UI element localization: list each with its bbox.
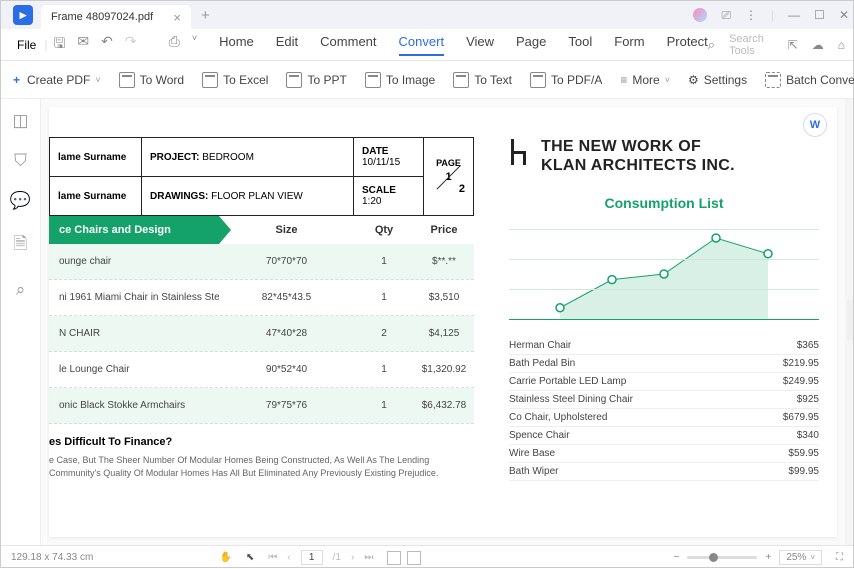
menu-tab-protect[interactable]: Protect [667,34,708,56]
menu-tab-comment[interactable]: Comment [320,34,376,56]
table-row: ni 1961 Miami Chair in Stainless Steel82… [49,280,474,316]
thumbnails-icon[interactable]: ◫ [12,111,28,131]
table-row: lame Surname PROJECT: BEDROOM DATE 10/11… [50,138,474,177]
file-menu[interactable]: File [17,38,36,52]
tab-close-icon[interactable]: × [173,10,181,25]
ai-icon[interactable] [693,8,707,22]
zoom-out-icon[interactable]: − [674,552,680,563]
table-row: onic Black Stokke Armchairs79*75*761$6,4… [49,388,474,424]
pdf-page: lame Surname PROJECT: BEDROOM DATE 10/11… [49,107,837,537]
list-item: Wire Base$59.95 [509,445,819,463]
list-item: Co Chair, Upholstered$679.95 [509,409,819,427]
menu-tab-page[interactable]: Page [516,34,546,56]
search-icon[interactable]: ⌕ [708,37,715,53]
to-excel-button[interactable]: To Excel [202,72,268,88]
menubar: File | 🖫 ✉ ↶ ↷ ⎙ ˅ HomeEditCommentConver… [1,29,853,61]
search-tools-input[interactable]: Search Tools [729,33,774,57]
search-panel-icon[interactable]: ⌕ [16,280,26,300]
app-logo: ▸ [13,5,33,25]
prev-page-icon[interactable]: ‹ [287,552,290,563]
finance-heading: es Difficult To Finance? [49,436,474,448]
notification-icon[interactable]: ⎚ [721,8,731,23]
zoom-in-icon[interactable]: + [765,552,771,563]
menu-tab-home[interactable]: Home [219,34,254,56]
chair-icon [509,139,529,165]
zoom-slider[interactable] [687,556,757,559]
list-item: Stainless Steel Dining Chair$925 [509,391,819,409]
page-dimensions: 129.18 x 74.33 cm [11,552,93,563]
brand-header: THE NEW WORK OF KLAN ARCHITECTS INC. [509,137,819,175]
cloud-icon[interactable]: ☁ [812,38,824,52]
print-icon[interactable]: ⎙ [169,33,180,57]
table-row: N CHAIR47*40*282$4,125 [49,316,474,352]
comments-icon[interactable]: 💬 [10,191,31,211]
consumption-chart [509,229,819,319]
zoom-select[interactable]: 25%˅ [779,550,822,565]
next-page-icon[interactable]: › [351,552,354,563]
share-icon[interactable]: ⇱ [788,38,798,52]
undo-icon[interactable]: ↶ [101,33,113,57]
document-canvas[interactable]: W lame Surname PROJECT: BEDROOM DATE 10/… [41,99,845,545]
redo-icon[interactable]: ↷ [125,33,137,57]
to-image-button[interactable]: To Image [365,72,435,88]
window-close-icon[interactable]: ✕ [839,8,849,22]
kebab-menu-icon[interactable]: ⋮ [745,8,757,22]
statusbar: 129.18 x 74.33 cm ✋ ⬉ ⏮ ‹ 1 /1 › ⏭ − + 2… [1,545,853,569]
finance-paragraph: e Case, But The Sheer Number Of Modular … [49,454,474,479]
first-page-icon[interactable]: ⏮ [268,552,277,563]
list-item: Herman Chair$365 [509,337,819,355]
page-total: /1 [333,552,341,563]
select-tool-icon[interactable]: ⬉ [246,552,254,563]
more-button[interactable]: ≡More˅ [620,73,670,87]
table-row: lame Surname DRAWINGS: FLOOR PLAN VIEW S… [50,177,474,216]
window-minimize-icon[interactable]: — [788,8,800,22]
menu-tab-edit[interactable]: Edit [276,34,298,56]
bookmark-icon[interactable]: ⛉ [14,151,27,171]
collapse-ribbon-icon[interactable]: ⌂ [838,38,845,52]
page-number-input[interactable]: 1 [301,550,323,565]
mail-icon[interactable]: ✉ [77,33,89,57]
list-item: Carrie Portable LED Lamp$249.95 [509,373,819,391]
hand-tool-icon[interactable]: ✋ [219,552,231,563]
settings-button[interactable]: ⚙Settings [688,73,747,87]
menu-tab-tool[interactable]: Tool [568,34,592,56]
fullscreen-icon[interactable]: ⛶ [836,552,843,563]
fit-width-icon[interactable] [387,551,401,565]
to-pdfa-button[interactable]: To PDF/A [530,72,602,88]
to-ppt-button[interactable]: To PPT [286,72,346,88]
new-tab-button[interactable]: + [201,7,210,24]
table-row: ounge chair70*70*701$**.** [49,244,474,280]
list-item: Bath Wiper$99.95 [509,463,819,481]
consumption-list: Herman Chair$365Bath Pedal Bin$219.95Car… [509,337,819,481]
project-info-table: lame Surname PROJECT: BEDROOM DATE 10/11… [49,137,474,216]
last-page-icon[interactable]: ⏭ [364,552,373,563]
window-maximize-icon[interactable]: ☐ [814,8,825,22]
items-table-header: ce Chairs and Design Size Qty Price [49,216,474,244]
document-tab[interactable]: Frame 48097024.pdf × [41,5,191,29]
convert-toolbar: +Create PDF˅ To Word To Excel To PPT To … [1,61,853,99]
menu-tab-view[interactable]: View [466,34,494,56]
menu-tab-form[interactable]: Form [614,34,644,56]
list-item: Bath Pedal Bin$219.95 [509,355,819,373]
print-dropdown-icon[interactable]: ˅ [192,33,197,57]
attachments-icon[interactable]: 🗎 [14,231,28,260]
fit-page-icon[interactable] [407,551,421,565]
consumption-list-title: Consumption List [509,195,819,211]
batch-convert-button[interactable]: Batch Conve [765,72,854,88]
table-row: le Lounge Chair90*52*401$1,320.92 [49,352,474,388]
word-export-badge[interactable]: W [803,113,827,137]
titlebar: ▸ Frame 48097024.pdf × + ⎚ ⋮ | — ☐ ✕ [1,1,853,29]
to-word-button[interactable]: To Word [119,72,184,88]
gear-icon: ⚙ [688,73,699,87]
create-pdf-button[interactable]: +Create PDF˅ [13,73,101,87]
save-icon[interactable]: 🖫 [53,33,65,57]
menu-tab-convert[interactable]: Convert [399,34,445,56]
right-panel-handle[interactable] [847,300,853,340]
list-item: Spence Chair$340 [509,427,819,445]
to-text-button[interactable]: To Text [453,72,512,88]
left-sidebar: ◫ ⛉ 💬 🗎 ⌕ [1,99,41,545]
tab-title: Frame 48097024.pdf [51,11,153,23]
